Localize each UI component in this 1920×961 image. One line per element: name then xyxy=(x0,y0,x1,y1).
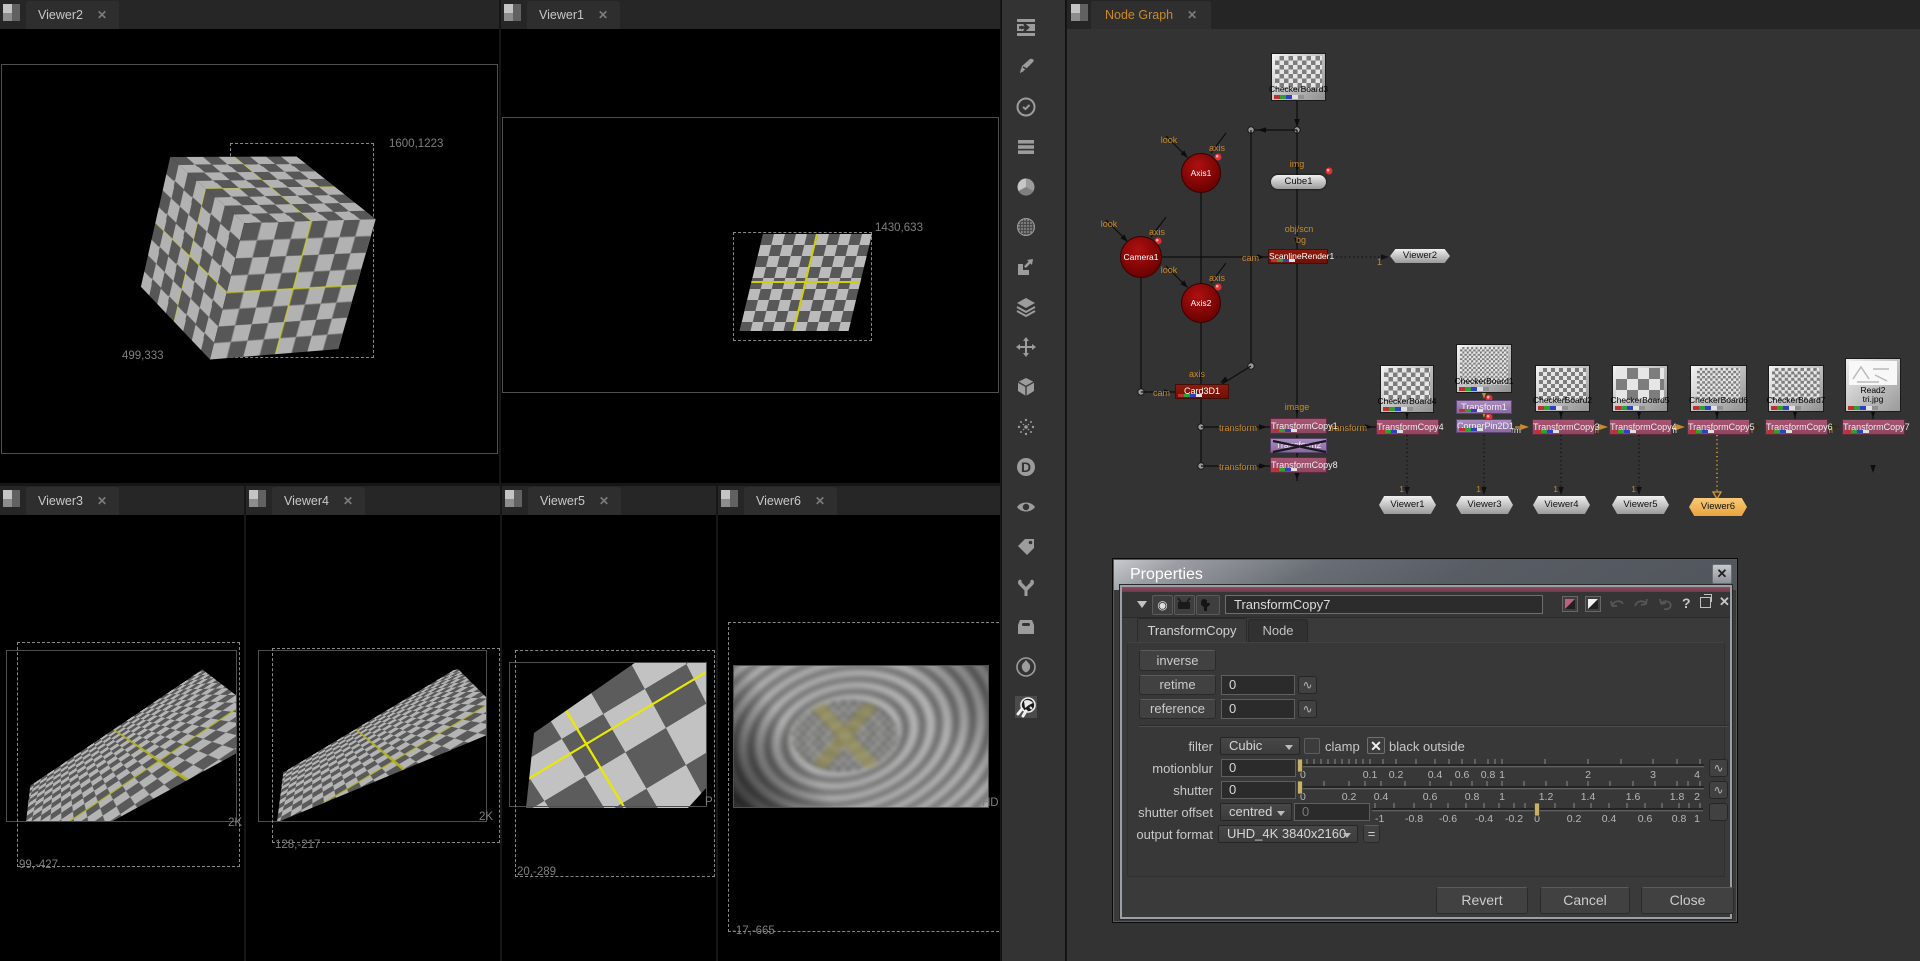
svg-text:0.2: 0.2 xyxy=(1342,791,1357,802)
svg-text:0.6: 0.6 xyxy=(1638,813,1653,824)
svg-text:look: look xyxy=(1161,135,1178,145)
svg-text:img: img xyxy=(1290,159,1305,169)
svg-text:cam: cam xyxy=(1242,253,1259,263)
svg-text:-0.8: -0.8 xyxy=(1405,813,1423,824)
svg-text:transform: transform xyxy=(1219,462,1257,472)
svg-text:look: look xyxy=(1161,265,1178,275)
svg-text:1: 1 xyxy=(1476,484,1481,494)
svg-text:0.4: 0.4 xyxy=(1602,813,1617,824)
svg-text:axis: axis xyxy=(1149,227,1166,237)
svg-text:look: look xyxy=(1101,219,1118,229)
svg-text:-1: -1 xyxy=(1375,813,1384,824)
svg-text:D: D xyxy=(1021,459,1031,475)
svg-text:0.2: 0.2 xyxy=(1567,813,1582,824)
svg-text:0.8: 0.8 xyxy=(1672,813,1687,824)
svg-text:1: 1 xyxy=(1399,484,1404,494)
svg-text:transform: transform xyxy=(1219,423,1257,433)
svg-text:axis: axis xyxy=(1189,369,1206,379)
svg-text:cam: cam xyxy=(1153,388,1170,398)
svg-text:1: 1 xyxy=(1631,484,1636,494)
svg-text:bg: bg xyxy=(1296,235,1306,245)
svg-text:-0.4: -0.4 xyxy=(1475,813,1493,824)
svg-text:-0.6: -0.6 xyxy=(1439,813,1457,824)
svg-text:1: 1 xyxy=(1553,484,1558,494)
svg-text:obj/scn: obj/scn xyxy=(1285,224,1314,234)
svg-text:axis: axis xyxy=(1209,273,1226,283)
svg-text:-0.2: -0.2 xyxy=(1505,813,1523,824)
svg-text:1: 1 xyxy=(1377,257,1382,267)
svg-text:axis: axis xyxy=(1209,143,1226,153)
svg-text:1: 1 xyxy=(1694,813,1700,824)
svg-text:image: image xyxy=(1285,402,1310,412)
